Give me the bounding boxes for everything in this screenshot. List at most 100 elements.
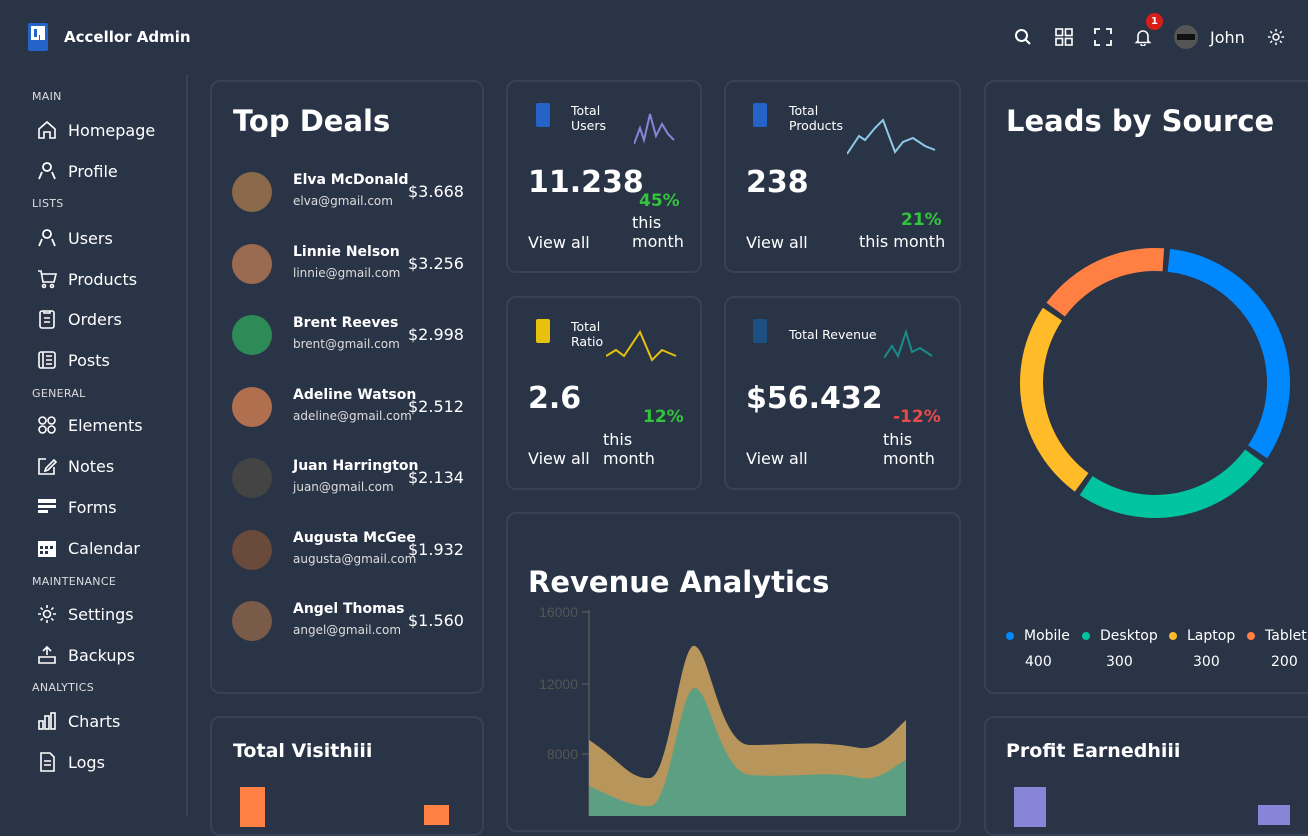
- sidebar-label: Settings: [68, 604, 134, 624]
- users-label: Total Users: [571, 103, 607, 133]
- bell-icon[interactable]: [1133, 27, 1153, 47]
- revenue-sparkline: [884, 328, 933, 359]
- products-card-icon: [753, 103, 767, 127]
- deal-row[interactable]: Brent Reeves brent@gmail.com $2.998: [232, 313, 472, 357]
- user-icon: [38, 162, 56, 180]
- legend-value: 300: [1106, 654, 1133, 670]
- user-name[interactable]: John: [1210, 28, 1245, 47]
- products-month: this month: [859, 232, 946, 251]
- sidebar-item-charts[interactable]: Charts: [36, 709, 120, 733]
- sidebar-item-profile[interactable]: Profile: [36, 159, 118, 183]
- sidebar-item-backups[interactable]: Backups: [36, 643, 135, 667]
- donut-slice-mobile[interactable]: [1167, 248, 1290, 459]
- fullscreen-icon[interactable]: [1093, 27, 1113, 47]
- revenue-analytics-title: Revenue Analytics: [528, 565, 830, 599]
- deal-email: brent@gmail.com: [293, 337, 400, 351]
- legend-item-desktop: Desktop 300: [1082, 628, 1158, 670]
- sidebar-item-products[interactable]: Products: [36, 267, 137, 291]
- user-avatar[interactable]: [1174, 25, 1198, 49]
- visit-bar: [240, 787, 265, 827]
- sidebar-item-users[interactable]: Users: [36, 226, 113, 250]
- avatar: [232, 458, 272, 498]
- users-sparkline: [634, 113, 675, 145]
- sidebar-item-homepage[interactable]: Homepage: [36, 118, 155, 142]
- y-tick: 12000: [539, 676, 578, 692]
- sidebar-label: Logs: [68, 752, 105, 772]
- user-icon: [38, 229, 56, 247]
- deal-amount: $3.668: [408, 182, 464, 201]
- app-title: Accellor Admin: [64, 28, 191, 46]
- document-icon: [40, 752, 55, 772]
- deal-row[interactable]: Juan Harrington juan@gmail.com $2.134: [232, 456, 472, 500]
- elements-icon: [38, 416, 56, 434]
- apps-icon[interactable]: [1054, 27, 1074, 47]
- users-view-all[interactable]: View all: [528, 233, 590, 252]
- products-sparkline: [847, 118, 936, 155]
- ratio-view-all[interactable]: View all: [528, 449, 590, 468]
- search-icon[interactable]: [1013, 27, 1033, 47]
- sidebar-item-logs[interactable]: Logs: [36, 750, 105, 774]
- donut-slice-desktop[interactable]: [1079, 449, 1264, 518]
- revenue-pct: -12%: [893, 407, 941, 427]
- deal-row[interactable]: Linnie Nelson linnie@gmail.com $3.256: [232, 242, 472, 286]
- avatar: [232, 601, 272, 641]
- legend-item-tablet: Tablet 200: [1247, 628, 1307, 670]
- calendar-icon: [38, 541, 56, 557]
- sidebar-item-elements[interactable]: Elements: [36, 413, 143, 437]
- section-general: GENERAL: [32, 387, 86, 400]
- sidebar-label: Profile: [68, 161, 118, 181]
- deal-row[interactable]: Augusta McGee augusta@gmail.com $1.932: [232, 528, 472, 572]
- donut-slice-tablet[interactable]: [1046, 248, 1165, 317]
- sidebar-item-orders[interactable]: Orders: [36, 307, 122, 331]
- sidebar-item-forms[interactable]: Forms: [36, 495, 117, 519]
- sidebar-item-calendar[interactable]: Calendar: [36, 536, 140, 560]
- products-view-all[interactable]: View all: [746, 233, 808, 252]
- deal-email: linnie@gmail.com: [293, 265, 401, 280]
- deal-amount: $1.932: [408, 539, 464, 559]
- deal-row[interactable]: Elva McDonald elva@gmail.com $3.668: [232, 170, 472, 214]
- sidebar-label: Forms: [68, 497, 117, 517]
- users-pct: 45%: [639, 191, 680, 211]
- donut-slice-laptop[interactable]: [1020, 307, 1089, 492]
- forms-icon: [38, 499, 56, 513]
- deal-name: Brent Reeves: [293, 315, 399, 331]
- legend-value: 200: [1271, 654, 1298, 670]
- chart-icon: [38, 712, 56, 730]
- profit-title: Profit Earnedhiii: [1006, 740, 1181, 762]
- ratio-value: 2.6: [528, 381, 582, 416]
- revenue-view-all[interactable]: View all: [746, 449, 808, 468]
- home-icon: [38, 120, 56, 139]
- notification-badge: 1: [1146, 13, 1163, 30]
- legend-label: Tablet: [1265, 628, 1307, 644]
- avatar: [232, 243, 272, 284]
- clipboard-icon: [39, 310, 55, 329]
- deal-amount: $3.256: [408, 253, 464, 273]
- deal-row[interactable]: Angel Thomas angel@gmail.com $1.560: [232, 599, 472, 643]
- deal-amount: $1.560: [408, 611, 464, 630]
- legend-value: 300: [1193, 654, 1220, 670]
- sidebar-label: Backups: [68, 645, 135, 665]
- legend-value: 400: [1025, 654, 1052, 670]
- users-value: 11.238: [528, 165, 644, 200]
- sidebar-label: Orders: [68, 309, 122, 329]
- section-maintenance: MAINTENANCE: [32, 575, 117, 588]
- revenue-card-icon: [753, 319, 767, 343]
- products-value: 238: [746, 165, 809, 200]
- legend-item-laptop: Laptop 300: [1169, 628, 1235, 670]
- avatar: [232, 529, 272, 570]
- sidebar-item-notes[interactable]: Notes: [36, 454, 114, 478]
- sidebar-label: Products: [68, 269, 138, 289]
- ratio-card-icon: [536, 319, 550, 343]
- sidebar-item-settings[interactable]: Settings: [36, 602, 134, 626]
- y-tick: 16000: [539, 604, 578, 620]
- settings-icon[interactable]: [1266, 27, 1286, 47]
- deal-name: Augusta McGee: [293, 529, 416, 546]
- deal-row[interactable]: Adeline Watson adeline@gmail.com $2.512: [232, 385, 472, 429]
- legend-item-mobile: Mobile 400: [1006, 628, 1070, 670]
- deal-name: Elva McDonald: [293, 172, 409, 188]
- deal-name: Adeline Watson: [293, 386, 417, 403]
- ratio-sparkline: [606, 329, 677, 362]
- sidebar-item-posts[interactable]: Posts: [36, 348, 110, 372]
- section-lists: LISTS: [32, 197, 64, 210]
- avatar: [232, 315, 272, 355]
